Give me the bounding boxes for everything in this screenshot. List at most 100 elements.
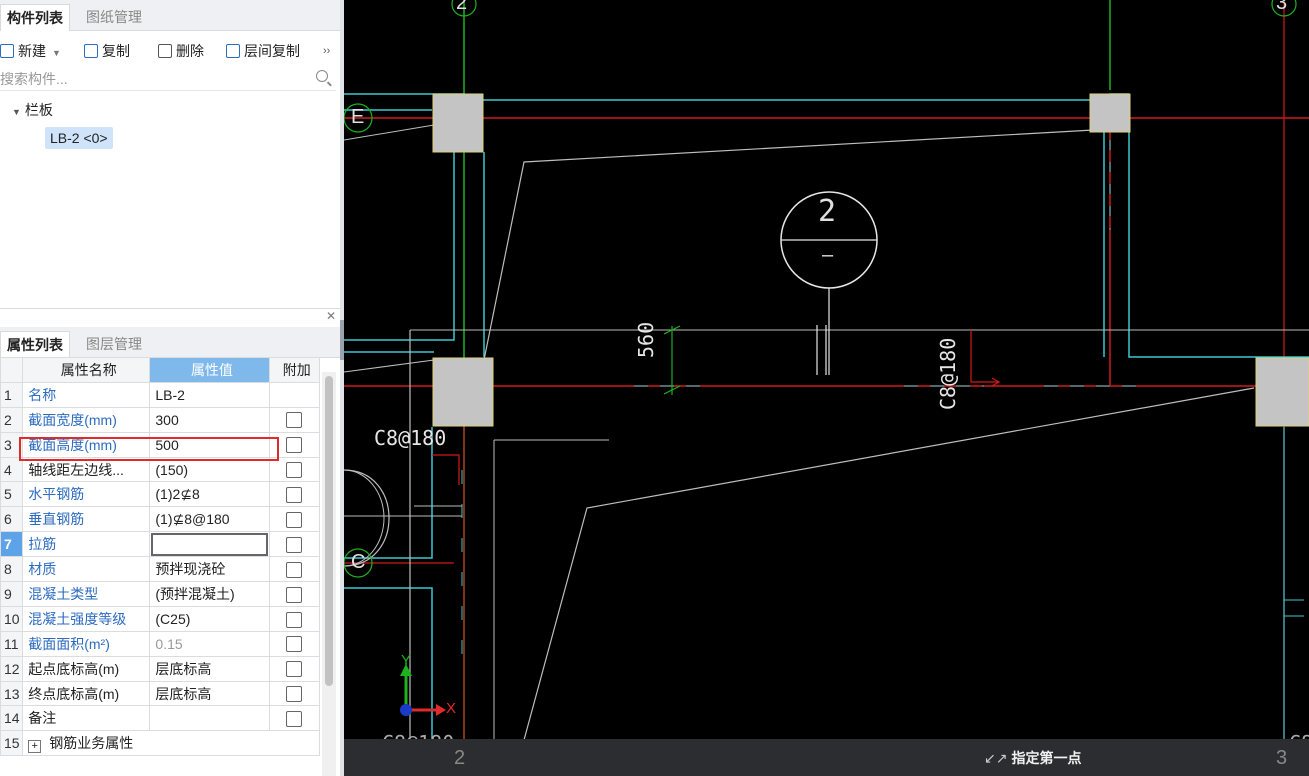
property-name: 截面高度(mm) bbox=[22, 431, 151, 458]
left-panel: 构件列表 图纸管理 新建 ▼ 复制 删除 层间复制 ›› 搜索构件... ▼ 栏板 … bbox=[0, 0, 340, 776]
property-value[interactable]: LB-2 bbox=[149, 381, 270, 408]
ucs-y-label: Y bbox=[401, 652, 412, 669]
ucs-x-label: X bbox=[446, 700, 457, 717]
chevron-down-icon[interactable]: ▼ bbox=[52, 48, 61, 58]
floor-copy-button[interactable]: 层间复制 bbox=[226, 40, 300, 62]
property-value[interactable]: (150) bbox=[149, 456, 270, 483]
property-value-editor[interactable] bbox=[149, 531, 270, 558]
table-row-group[interactable]: 15 + 钢筋业务属性 bbox=[0, 730, 320, 757]
extra-cell bbox=[268, 431, 320, 458]
component-search[interactable]: 搜索构件... bbox=[0, 66, 336, 91]
grey-line-6 bbox=[523, 387, 1255, 740]
table-row-selected[interactable]: 7 拉筋 bbox=[0, 531, 320, 558]
table-row[interactable]: 1 名称 LB-2 bbox=[0, 381, 320, 408]
property-value[interactable]: (预拌混凝土) bbox=[149, 581, 270, 607]
table-row[interactable]: 2 截面宽度(mm) 300 bbox=[0, 406, 320, 433]
extra-checkbox[interactable] bbox=[286, 611, 303, 628]
extra-checkbox[interactable] bbox=[286, 437, 303, 454]
row-number: 10 bbox=[0, 605, 24, 632]
axis-label-e: E bbox=[351, 106, 365, 128]
drawing-svg[interactable] bbox=[344, 0, 1309, 740]
table-row[interactable]: 4 轴线距左边线... (150) bbox=[0, 456, 320, 483]
extra-checkbox[interactable] bbox=[286, 462, 303, 479]
table-row[interactable]: 8 材质 预拌现浇砼 bbox=[0, 556, 320, 583]
property-value[interactable]: 层底标高 bbox=[149, 680, 270, 707]
property-name: 备注 bbox=[22, 705, 151, 732]
close-icon[interactable]: ✕ bbox=[326, 309, 336, 323]
axis-label-3-bottom: 3 bbox=[1276, 747, 1288, 769]
property-value[interactable]: (1)⊈8@180 bbox=[149, 506, 270, 533]
cyan-wall-left1 bbox=[344, 152, 455, 341]
row-number: 2 bbox=[0, 406, 24, 433]
column-d3 bbox=[1255, 357, 1309, 427]
property-scrollbar[interactable] bbox=[322, 372, 336, 776]
more-tools-button[interactable]: ›› bbox=[323, 40, 330, 62]
trash-icon bbox=[158, 44, 172, 58]
table-row[interactable]: 10 混凝土强度等级 (C25) bbox=[0, 605, 320, 632]
expand-plus-icon[interactable]: + bbox=[28, 740, 42, 754]
table-row[interactable]: 9 混凝土类型 (预拌混凝土) bbox=[0, 581, 320, 607]
cad-drawing-canvas[interactable]: 2 3 E C 2 – 560 C8@180 C8@180 C8@180 C8 … bbox=[344, 0, 1309, 776]
row-number: 13 bbox=[0, 680, 24, 707]
axis-label-2-top: 2 bbox=[456, 0, 468, 14]
property-value[interactable]: 预拌现浇砼 bbox=[149, 556, 270, 583]
new-button[interactable]: 新建 ▼ bbox=[0, 40, 61, 62]
extra-cell bbox=[268, 556, 320, 583]
extra-checkbox[interactable] bbox=[286, 511, 303, 528]
property-value[interactable]: 500 bbox=[149, 431, 270, 458]
table-row[interactable]: 14 备注 bbox=[0, 705, 320, 732]
property-value[interactable] bbox=[149, 705, 270, 732]
tree-item-lb-2[interactable]: LB-2 <0> bbox=[45, 127, 113, 149]
row-number: 4 bbox=[0, 456, 24, 483]
table-row[interactable]: 11 截面面积(m²) 0.15 bbox=[0, 630, 320, 657]
tab-component-list[interactable]: 构件列表 bbox=[0, 4, 70, 31]
property-group[interactable]: + 钢筋业务属性 bbox=[22, 730, 320, 757]
search-icon[interactable] bbox=[316, 70, 328, 82]
extra-checkbox[interactable] bbox=[286, 536, 303, 553]
scrollbar-thumb[interactable] bbox=[325, 376, 333, 686]
extra-cell bbox=[268, 605, 320, 632]
tab-drawing-management[interactable]: 图纸管理 bbox=[80, 4, 148, 30]
extra-checkbox[interactable] bbox=[286, 561, 303, 578]
property-value[interactable]: (C25) bbox=[149, 605, 270, 632]
table-row[interactable]: 13 终点底标高(m) 层底标高 bbox=[0, 680, 320, 707]
extra-checkbox[interactable] bbox=[286, 686, 303, 703]
search-input[interactable]: 搜索构件... bbox=[0, 69, 68, 89]
ucs-x-arrow bbox=[436, 704, 446, 716]
tree-node-parapet[interactable]: ▼ 栏板 bbox=[12, 100, 53, 120]
grey-line-2 bbox=[483, 127, 1130, 361]
extra-cell bbox=[268, 456, 320, 483]
delete-button[interactable]: 删除 bbox=[158, 40, 204, 62]
tab-property-list[interactable]: 属性列表 bbox=[0, 331, 70, 358]
extra-checkbox[interactable] bbox=[286, 661, 303, 678]
extra-checkbox[interactable] bbox=[286, 412, 303, 429]
grey-line-3 bbox=[344, 359, 435, 373]
extra-checkbox[interactable] bbox=[286, 487, 303, 504]
property-value[interactable]: 300 bbox=[149, 406, 270, 433]
table-row[interactable]: 5 水平钢筋 (1)2⊈8 bbox=[0, 481, 320, 508]
new-icon bbox=[0, 44, 14, 58]
extra-checkbox[interactable] bbox=[286, 586, 303, 603]
property-name: 截面宽度(mm) bbox=[22, 406, 151, 433]
table-row[interactable]: 12 起点底标高(m) 层底标高 bbox=[0, 655, 320, 682]
property-name: 混凝土类型 bbox=[22, 581, 151, 607]
extra-checkbox[interactable] bbox=[286, 711, 303, 728]
property-value[interactable]: 层底标高 bbox=[149, 655, 270, 682]
extra-checkbox[interactable] bbox=[286, 636, 303, 653]
row-number: 11 bbox=[0, 630, 24, 657]
property-table-header: 属性名称 属性值 附加 bbox=[0, 357, 320, 383]
property-name: 起点底标高(m) bbox=[22, 655, 151, 682]
table-row[interactable]: 6 垂直钢筋 (1)⊈8@180 bbox=[0, 506, 320, 533]
section-number: 2 bbox=[818, 194, 837, 229]
expand-triangle-icon[interactable]: ▼ bbox=[12, 107, 21, 117]
copy-button[interactable]: 复制 bbox=[84, 40, 130, 62]
component-toolbar: 新建 ▼ 复制 删除 层间复制 ›› bbox=[0, 36, 340, 64]
header-num bbox=[0, 357, 24, 383]
extra-cell bbox=[268, 680, 320, 707]
tab-layer-management[interactable]: 图层管理 bbox=[80, 331, 148, 357]
property-value[interactable]: (1)2⊈8 bbox=[149, 481, 270, 508]
collapse-arrows-icon: ↙↗ bbox=[984, 750, 1008, 766]
property-name: 拉筋 bbox=[22, 531, 151, 558]
header-name: 属性名称 bbox=[22, 357, 151, 383]
table-row[interactable]: 3 截面高度(mm) 500 bbox=[0, 431, 320, 458]
